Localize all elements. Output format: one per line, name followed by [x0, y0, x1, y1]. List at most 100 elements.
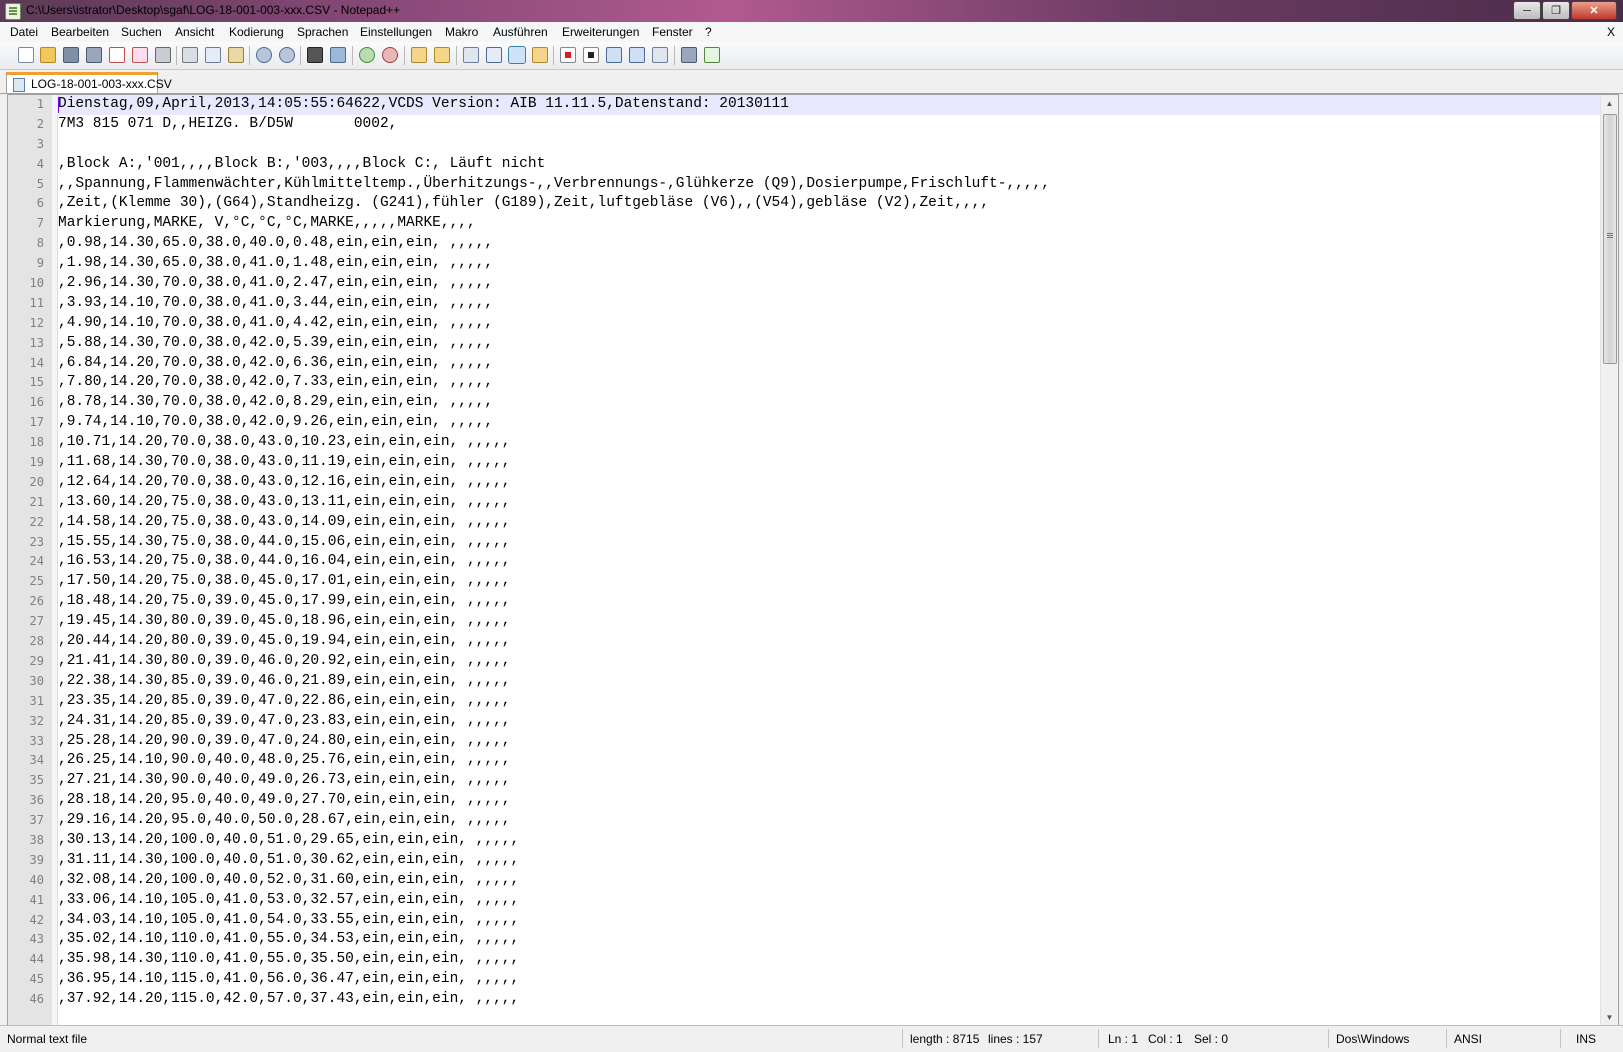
menu-ansicht[interactable]: Ansicht: [175, 25, 214, 39]
line-text-area[interactable]: ,37.92,14.20,115.0,42.0,57.0,37.43,ein,e…: [57, 990, 1601, 1010]
editor-line[interactable]: 33 ,25.28,14.20,90.0,39.0,47.0,24.80,ein,…: [8, 732, 1601, 752]
line-text-area[interactable]: ,35.98,14.30,110.0,41.0,55.0,35.50,ein,e…: [57, 950, 1601, 970]
line-text-area[interactable]: ,11.68,14.30,70.0,38.0,43.0,11.19,ein,ei…: [57, 453, 1601, 473]
editor-line[interactable]: 18 ,10.71,14.20,70.0,38.0,43.0,10.23,ein,…: [8, 433, 1601, 453]
scroll-up-arrow-icon[interactable]: ▲: [1601, 95, 1618, 112]
paste-icon[interactable]: [228, 47, 244, 63]
editor-line[interactable]: 22 ,14.58,14.20,75.0,38.0,43.0,14.09,ein,…: [8, 513, 1601, 533]
menu-fenster[interactable]: Fenster: [652, 25, 693, 39]
editor-line[interactable]: 45 ,36.95,14.10,115.0,41.0,56.0,36.47,ein…: [8, 970, 1601, 990]
line-text-area[interactable]: ,21.41,14.30,80.0,39.0,46.0,20.92,ein,ei…: [57, 652, 1601, 672]
line-text-area[interactable]: ,29.16,14.20,95.0,40.0,50.0,28.67,ein,ei…: [57, 811, 1601, 831]
line-text-area[interactable]: ,8.78,14.30,70.0,38.0,42.0,8.29,ein,ein,…: [57, 393, 1601, 413]
editor-line[interactable]: 44 ,35.98,14.30,110.0,41.0,55.0,35.50,ein…: [8, 950, 1601, 970]
line-text-area[interactable]: [57, 135, 1601, 155]
line-text-area[interactable]: ,20.44,14.20,80.0,39.0,45.0,19.94,ein,ei…: [57, 632, 1601, 652]
editor-line[interactable]: 41 ,33.06,14.10,105.0,41.0,53.0,32.57,ein…: [8, 891, 1601, 911]
editor-line[interactable]: 28 ,20.44,14.20,80.0,39.0,45.0,19.94,ein,…: [8, 632, 1601, 652]
line-text-area[interactable]: ,31.11,14.30,100.0,40.0,51.0,30.62,ein,e…: [57, 851, 1601, 871]
line-text-area[interactable]: Markierung,MARKE, V,°C,°C,°C,MARKE,,,,,M…: [57, 214, 1601, 234]
line-text-area[interactable]: ,24.31,14.20,85.0,39.0,47.0,23.83,ein,ei…: [57, 712, 1601, 732]
doc-map-icon[interactable]: [532, 47, 548, 63]
zoom-out-icon[interactable]: [382, 47, 398, 63]
line-text-area[interactable]: ,10.71,14.20,70.0,38.0,43.0,10.23,ein,ei…: [57, 433, 1601, 453]
editor-line[interactable]: 10 ,2.96,14.30,70.0,38.0,41.0,2.47,ein,ei…: [8, 274, 1601, 294]
close-file-icon[interactable]: [109, 47, 125, 63]
menu-erweiterungen[interactable]: Erweiterungen: [562, 25, 639, 39]
open-file-icon[interactable]: [40, 47, 56, 63]
menu-ausfuehren[interactable]: Ausführen: [493, 25, 548, 39]
editor-line[interactable]: 46 ,37.92,14.20,115.0,42.0,57.0,37.43,ein…: [8, 990, 1601, 1010]
sync-horizontal-icon[interactable]: [434, 47, 450, 63]
line-text-area[interactable]: ,35.02,14.10,110.0,41.0,55.0,34.53,ein,e…: [57, 930, 1601, 950]
line-text-area[interactable]: ,Zeit,(Klemme 30),(G64),Standheizg. (G24…: [57, 194, 1601, 214]
line-text-area[interactable]: ,3.93,14.10,70.0,38.0,41.0,3.44,ein,ein,…: [57, 294, 1601, 314]
editor-line[interactable]: 27 ,19.45,14.30,80.0,39.0,45.0,18.96,ein,…: [8, 612, 1601, 632]
cut-icon[interactable]: [182, 47, 198, 63]
status-encoding[interactable]: ANSI: [1454, 1032, 1482, 1046]
editor-line[interactable]: 17 ,9.74,14.10,70.0,38.0,42.0,9.26,ein,ei…: [8, 413, 1601, 433]
play-macro-icon[interactable]: [606, 47, 622, 63]
line-text-area[interactable]: ,17.50,14.20,75.0,38.0,45.0,17.01,ein,ei…: [57, 572, 1601, 592]
editor-line[interactable]: 11 ,3.93,14.10,70.0,38.0,41.0,3.44,ein,ei…: [8, 294, 1601, 314]
line-text-area[interactable]: ,9.74,14.10,70.0,38.0,42.0,9.26,ein,ein,…: [57, 413, 1601, 433]
menu-kodierung[interactable]: Kodierung: [229, 25, 284, 39]
line-text-area[interactable]: ,,Spannung,Flammenwächter,Kühlmitteltemp…: [57, 175, 1601, 195]
editor-line[interactable]: 12 ,4.90,14.10,70.0,38.0,41.0,4.42,ein,ei…: [8, 314, 1601, 334]
line-text-area[interactable]: ,18.48,14.20,75.0,39.0,45.0,17.99,ein,ei…: [57, 592, 1601, 612]
editor-line[interactable]: 32 ,24.31,14.20,85.0,39.0,47.0,23.83,ein,…: [8, 712, 1601, 732]
editor-line[interactable]: 40 ,32.08,14.20,100.0,40.0,52.0,31.60,ein…: [8, 871, 1601, 891]
new-file-icon[interactable]: [18, 47, 34, 63]
print-icon[interactable]: [155, 47, 171, 63]
line-text-area[interactable]: ,4.90,14.10,70.0,38.0,41.0,4.42,ein,ein,…: [57, 314, 1601, 334]
line-text-area[interactable]: ,6.84,14.20,70.0,38.0,42.0,6.36,ein,ein,…: [57, 354, 1601, 374]
editor-line[interactable]: 9 ,1.98,14.30,65.0,38.0,41.0,1.48,ein,ein…: [8, 254, 1601, 274]
line-text-area[interactable]: Dienstag,09,April,2013,14:05:55:64622,VC…: [57, 95, 1601, 115]
scroll-thumb[interactable]: [1603, 114, 1617, 364]
editor-line[interactable]: 30 ,22.38,14.30,85.0,39.0,46.0,21.89,ein,…: [8, 672, 1601, 692]
close-document-button[interactable]: X: [1607, 25, 1615, 39]
editor-line[interactable]: 15 ,7.80,14.20,70.0,38.0,42.0,7.33,ein,ei…: [8, 373, 1601, 393]
replace-icon[interactable]: [330, 47, 346, 63]
line-text-area[interactable]: ,Block A:,'001,,,,Block B:,'003,,,,Block…: [57, 155, 1601, 175]
editor-line[interactable]: 26 ,18.48,14.20,75.0,39.0,45.0,17.99,ein,…: [8, 592, 1601, 612]
editor-line[interactable]: 6 ,Zeit,(Klemme 30),(G64),Standheizg. (G2…: [8, 194, 1601, 214]
editor-line[interactable]: 19 ,11.68,14.30,70.0,38.0,43.0,11.19,ein,…: [8, 453, 1601, 473]
editor-line[interactable]: 31 ,23.35,14.20,85.0,39.0,47.0,22.86,ein,…: [8, 692, 1601, 712]
minimize-button[interactable]: ─: [1513, 1, 1541, 20]
sync-vertical-icon[interactable]: [411, 47, 427, 63]
line-text-area[interactable]: ,16.53,14.20,75.0,38.0,44.0,16.04,ein,ei…: [57, 552, 1601, 572]
editor-line[interactable]: 20 ,12.64,14.20,70.0,38.0,43.0,12.16,ein,…: [8, 473, 1601, 493]
line-text-area[interactable]: ,28.18,14.20,95.0,40.0,49.0,27.70,ein,ei…: [57, 791, 1601, 811]
line-text-area[interactable]: ,36.95,14.10,115.0,41.0,56.0,36.47,ein,e…: [57, 970, 1601, 990]
line-text-area[interactable]: ,7.80,14.20,70.0,38.0,42.0,7.33,ein,ein,…: [57, 373, 1601, 393]
save-icon[interactable]: [63, 47, 79, 63]
editor-area[interactable]: 1 Dienstag,09,April,2013,14:05:55:64622,V…: [7, 94, 1619, 1027]
line-text-area[interactable]: ,14.58,14.20,75.0,38.0,43.0,14.09,ein,ei…: [57, 513, 1601, 533]
editor-line[interactable]: 37 ,29.16,14.20,95.0,40.0,50.0,28.67,ein,…: [8, 811, 1601, 831]
line-text-area[interactable]: ,0.98,14.30,65.0,38.0,40.0,0.48,ein,ein,…: [57, 234, 1601, 254]
editor-line[interactable]: 39 ,31.11,14.30,100.0,40.0,51.0,30.62,ein…: [8, 851, 1601, 871]
line-text-area[interactable]: ,15.55,14.30,75.0,38.0,44.0,15.06,ein,ei…: [57, 533, 1601, 553]
editor-line[interactable]: 5 ,,Spannung,Flammenwächter,Kühlmitteltem…: [8, 175, 1601, 195]
line-text-area[interactable]: ,5.88,14.30,70.0,38.0,42.0,5.39,ein,ein,…: [57, 334, 1601, 354]
menu-bearbeiten[interactable]: Bearbeiten: [51, 25, 109, 39]
editor-line[interactable]: 35 ,27.21,14.30,90.0,40.0,49.0,26.73,ein,…: [8, 771, 1601, 791]
stop-macro-icon[interactable]: [583, 47, 599, 63]
line-text-area[interactable]: ,33.06,14.10,105.0,41.0,53.0,32.57,ein,e…: [57, 891, 1601, 911]
line-text-area[interactable]: ,1.98,14.30,65.0,38.0,41.0,1.48,ein,ein,…: [57, 254, 1601, 274]
line-text-area[interactable]: ,27.21,14.30,90.0,40.0,49.0,26.73,ein,ei…: [57, 771, 1601, 791]
menu-einstellungen[interactable]: Einstellungen: [360, 25, 432, 39]
spell-check-icon[interactable]: [704, 47, 720, 63]
notepad-app-icon[interactable]: [5, 3, 21, 20]
save-macro-icon[interactable]: [652, 47, 668, 63]
status-eol[interactable]: Dos\Windows: [1336, 1032, 1409, 1046]
menu-suchen[interactable]: Suchen: [121, 25, 162, 39]
indent-guide-icon[interactable]: [508, 46, 526, 64]
status-insert-mode[interactable]: INS: [1576, 1032, 1596, 1046]
menu-help[interactable]: ?: [705, 25, 712, 39]
line-text-area[interactable]: ,13.60,14.20,75.0,38.0,43.0,13.11,ein,ei…: [57, 493, 1601, 513]
editor-line[interactable]: 29 ,21.41,14.30,80.0,39.0,46.0,20.92,ein,…: [8, 652, 1601, 672]
editor-line[interactable]: 16 ,8.78,14.30,70.0,38.0,42.0,8.29,ein,ei…: [8, 393, 1601, 413]
line-text-area[interactable]: ,30.13,14.20,100.0,40.0,51.0,29.65,ein,e…: [57, 831, 1601, 851]
